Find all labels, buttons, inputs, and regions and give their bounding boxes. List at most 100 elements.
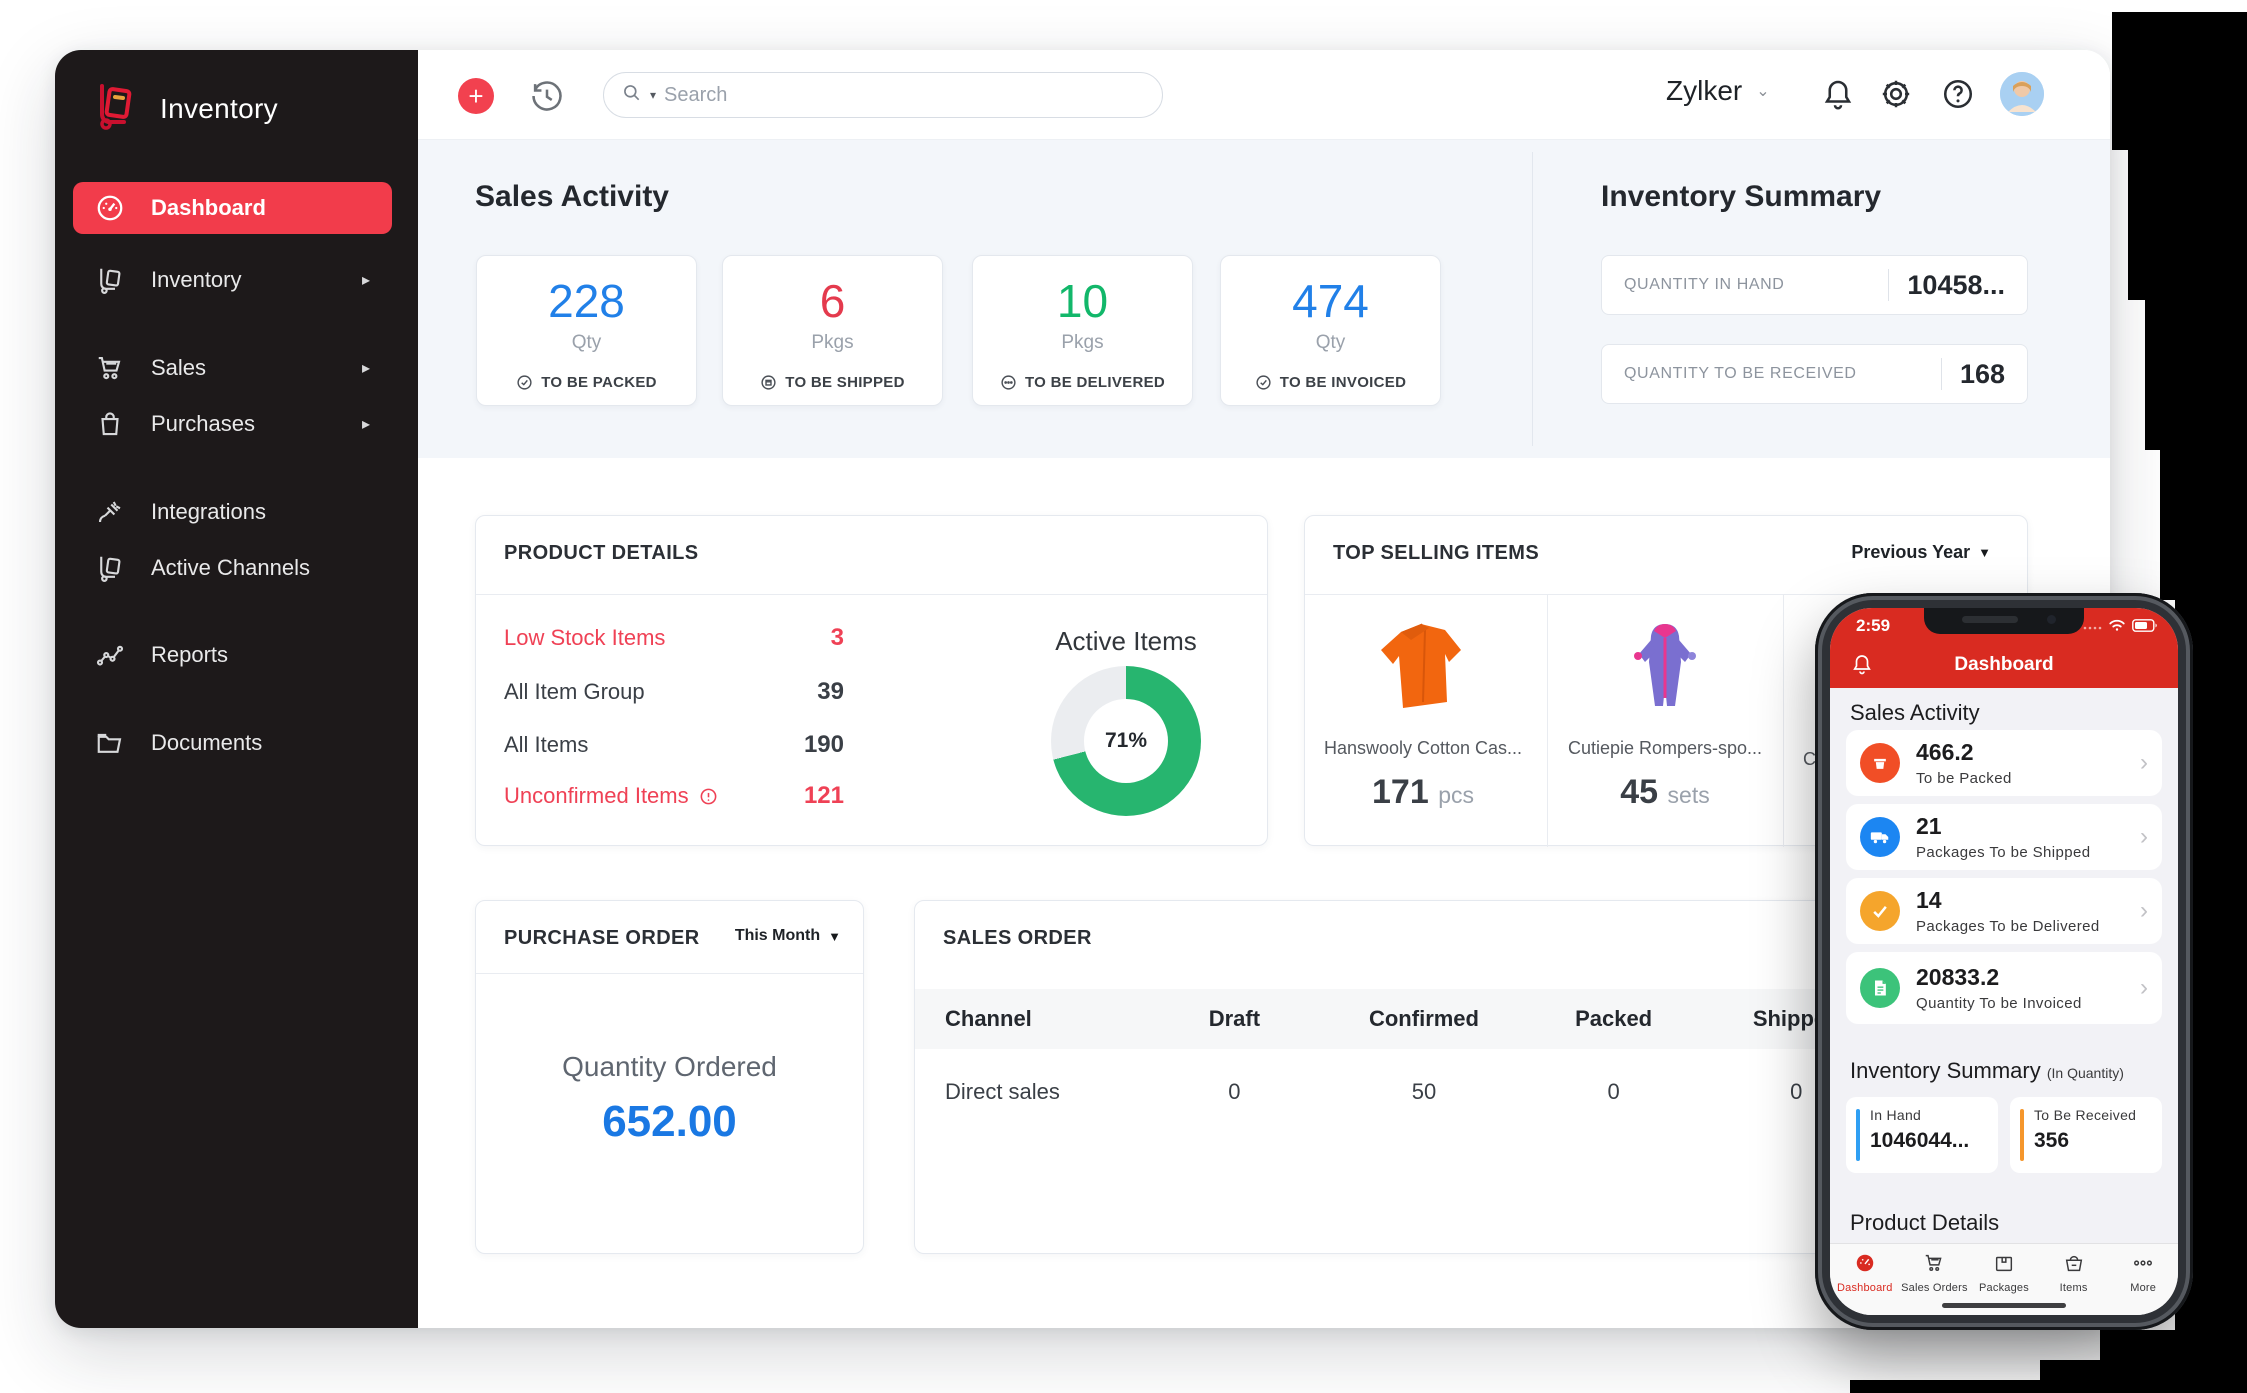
truck-icon: [1860, 817, 1900, 857]
edge-artifact: [2160, 450, 2247, 600]
inv-value: 168: [1960, 359, 2005, 390]
recent-history-icon[interactable]: [528, 77, 566, 115]
wifi-icon: [2108, 618, 2126, 632]
top-selling-item[interactable]: Hanswooly Cotton Cas... 171 pcs: [1305, 594, 1541, 847]
purchase-order-filter-dropdown[interactable]: This Month ▼: [735, 927, 841, 945]
column-header: Packed: [1524, 1006, 1704, 1032]
all-items-row[interactable]: All Items 190: [504, 731, 844, 759]
card-title: SALES ORDER: [943, 927, 1092, 950]
home-indicator[interactable]: [1942, 1303, 2066, 1308]
signal-icon: [2082, 619, 2102, 631]
edge-artifact: [2145, 300, 2247, 450]
metric-value: 20833.2: [1916, 964, 2082, 991]
inv-label: QUANTITY TO BE RECEIVED: [1624, 365, 1857, 383]
sidebar-label: Active Channels: [151, 555, 310, 581]
purchase-order-card: PURCHASE ORDER This Month ▼ Quantity Ord…: [475, 900, 864, 1254]
divider: [476, 594, 1267, 595]
package-icon: [1860, 743, 1900, 783]
check-circle-icon: [1255, 374, 1272, 391]
sidebar-item-integrations[interactable]: Integrations: [73, 486, 392, 538]
dashboard-icon: [1853, 1252, 1877, 1274]
sidebar-item-active-channels[interactable]: Active Channels: [73, 542, 392, 594]
sidebar-label: Purchases: [151, 411, 255, 437]
sidebar-item-purchases[interactable]: Purchases ▸: [73, 398, 392, 450]
divider: [1941, 358, 1942, 390]
low-stock-items-row[interactable]: Low Stock Items 3: [504, 624, 844, 652]
row-value: 3: [831, 624, 844, 652]
add-new-button[interactable]: +: [458, 78, 494, 114]
cart-icon: [95, 353, 125, 383]
to-be-packed-card[interactable]: 228 Qty TO BE PACKED: [476, 255, 697, 406]
phone-to-be-packed-card[interactable]: 466.2 To be Packed ›: [1846, 730, 2162, 796]
cell-channel: Direct sales: [915, 1079, 1145, 1105]
sales-order-card: SALES ORDER Channel Draft Confirmed Pack…: [914, 900, 1890, 1254]
unconfirmed-items-row[interactable]: Unconfirmed Items 121: [504, 782, 844, 810]
phone-screen: 2:59 Dashboard Sales Activity 466.2 T: [1830, 608, 2178, 1315]
quantity-ordered-value: 652.00: [476, 1097, 863, 1147]
search-scope-caret-icon[interactable]: ▾: [650, 88, 656, 102]
phone-to-be-invoiced-card[interactable]: 20833.2 Quantity To be Invoiced ›: [1846, 952, 2162, 1024]
info-icon: [699, 787, 718, 806]
plug-icon: [95, 497, 125, 527]
to-be-delivered-card[interactable]: 10 Pkgs TO BE DELIVERED: [972, 255, 1193, 406]
check-circle-icon: [516, 374, 533, 391]
inventory-logo-icon: [90, 80, 142, 137]
sidebar-item-documents[interactable]: Documents: [73, 717, 392, 769]
phone-to-be-delivered-card[interactable]: 14 Packages To be Delivered ›: [1846, 878, 2162, 944]
row-label: All Item Group: [504, 679, 645, 705]
sidebar-item-dashboard[interactable]: Dashboard: [73, 182, 392, 234]
search-input[interactable]: [664, 84, 1064, 107]
edge-artifact: [2040, 1360, 2247, 1380]
to-be-shipped-card[interactable]: 6 Pkgs TO BE SHIPPED: [722, 255, 943, 406]
to-be-invoiced-card[interactable]: 474 Qty TO BE INVOICED: [1220, 255, 1441, 406]
product-qty: 171: [1372, 773, 1429, 811]
divider: [476, 973, 863, 974]
row-value: 190: [804, 731, 844, 759]
status-icons: [2082, 618, 2158, 632]
edge-artifact: [2112, 12, 2247, 150]
row-label: All Items: [504, 732, 588, 758]
metric-unit: Pkgs: [723, 332, 942, 354]
sidebar-label: Integrations: [151, 499, 266, 525]
column-header: Channel: [915, 1006, 1145, 1032]
phone-sales-activity-title: Sales Activity: [1850, 700, 1980, 726]
metric-label: TO BE SHIPPED: [785, 374, 904, 391]
card-title: TOP SELLING ITEMS: [1333, 542, 1539, 565]
product-unit: pcs: [1438, 782, 1474, 808]
chevron-right-icon: ▸: [362, 270, 370, 290]
card-title: PURCHASE ORDER: [504, 927, 700, 950]
nav-dashboard[interactable]: Dashboard: [1830, 1244, 1900, 1315]
sidebar-item-sales[interactable]: Sales ▸: [73, 342, 392, 394]
org-switcher[interactable]: Zylker ⌄: [1666, 75, 1770, 107]
global-search[interactable]: ▾: [603, 72, 1163, 118]
band-divider: [1532, 152, 1533, 446]
cart-icon: [1922, 1252, 1946, 1274]
top-selling-item[interactable]: Cutiepie Rompers-spo... 45 sets: [1547, 594, 1783, 847]
metric-unit: Qty: [477, 332, 696, 354]
phone-to-be-shipped-card[interactable]: 21 Packages To be Shipped ›: [1846, 804, 2162, 870]
dashboard-icon: [95, 193, 125, 223]
row-value: 121: [804, 782, 844, 810]
edge-artifact: [2100, 1330, 2247, 1360]
divider: [1888, 269, 1889, 301]
user-avatar[interactable]: [2000, 72, 2044, 116]
nav-more[interactable]: More: [2108, 1244, 2178, 1315]
product-image-cardigan: [1363, 610, 1483, 730]
phone-inventory-summary-title: Inventory Summary (In Quantity): [1850, 1058, 2124, 1084]
search-icon: [622, 83, 642, 108]
sidebar-item-reports[interactable]: Reports: [73, 629, 392, 681]
notifications-bell-icon[interactable]: [1820, 76, 1858, 114]
all-item-group-row[interactable]: All Item Group 39: [504, 678, 844, 706]
invoice-icon: [1860, 968, 1900, 1008]
sidebar-item-inventory[interactable]: Inventory ▸: [73, 254, 392, 306]
box-value: 356: [2034, 1129, 2162, 1153]
product-name: Cutiepie Rompers-spo...: [1547, 738, 1783, 759]
app-name: Inventory: [160, 93, 278, 125]
settings-gear-icon[interactable]: [1878, 76, 1916, 114]
help-icon[interactable]: [1940, 76, 1978, 114]
org-name: Zylker: [1666, 75, 1742, 107]
top-selling-filter-dropdown[interactable]: Previous Year ▼: [1851, 542, 1991, 563]
active-items-donut: 71%: [1051, 666, 1201, 816]
chevron-down-icon: ⌄: [1756, 81, 1769, 101]
phone-mockup: 2:59 Dashboard Sales Activity 466.2 T: [1815, 593, 2193, 1330]
